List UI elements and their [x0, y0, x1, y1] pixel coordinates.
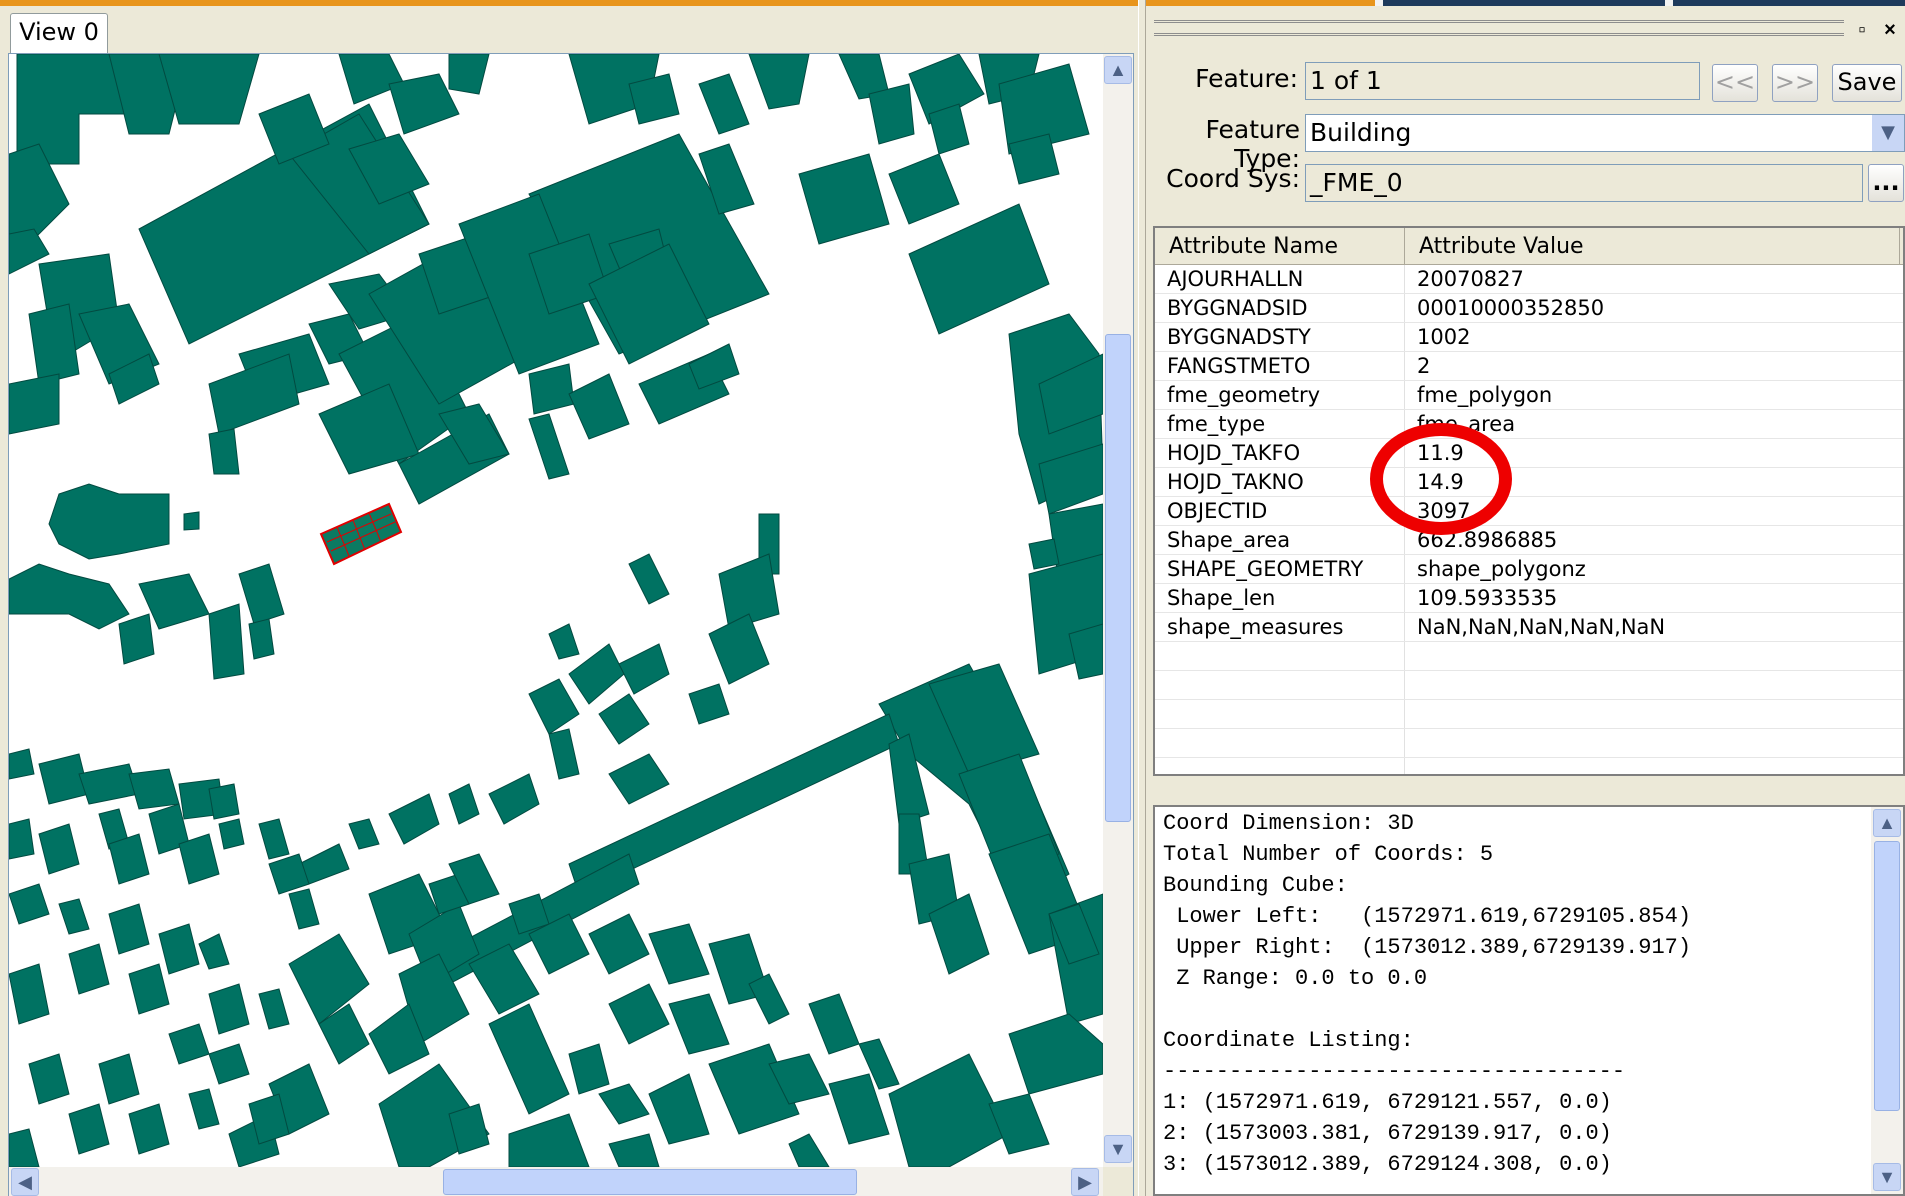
- attribute-name-cell: fme_geometry: [1167, 383, 1321, 407]
- top-strip-orange: [0, 0, 1375, 6]
- info-line: Upper Right: (1573012.389,6729139.917): [1163, 935, 1692, 960]
- table-row[interactable]: FANGSTMETO 2: [1155, 352, 1903, 381]
- attribute-name-cell: OBJECTID: [1167, 499, 1268, 523]
- scroll-left-button[interactable]: ◀: [11, 1168, 39, 1196]
- scroll-thumb[interactable]: [1105, 334, 1131, 822]
- map-horizontal-scrollbar[interactable]: ◀ ▶: [9, 1167, 1103, 1196]
- info-vertical-scrollbar[interactable]: ▲ ▼: [1871, 807, 1903, 1194]
- attribute-name-cell: SHAPE_GEOMETRY: [1167, 557, 1364, 581]
- top-strip-gap: [1665, 0, 1673, 6]
- attribute-name-cell: fme_type: [1167, 412, 1266, 436]
- top-strip-navy: [1673, 0, 1905, 6]
- table-row[interactable]: BYGGNADSTY 1002: [1155, 323, 1903, 352]
- panel-splitter[interactable]: [1138, 0, 1146, 1196]
- restore-button[interactable]: ▫: [1849, 18, 1875, 42]
- previous-feature-button[interactable]: <<: [1712, 64, 1758, 102]
- info-line: Total Number of Coords: 5: [1163, 842, 1494, 867]
- attribute-table[interactable]: Attribute Name Attribute Value AJOURHALL…: [1153, 226, 1905, 776]
- info-line: Z Range: 0.0 to 0.0: [1163, 966, 1428, 991]
- save-button[interactable]: Save: [1832, 64, 1902, 102]
- empty-table-row: [1155, 700, 1903, 729]
- info-line: 2: (1573003.381, 6729139.917, 0.0): [1163, 1121, 1612, 1146]
- horizontal-scroll-thumb[interactable]: [443, 1169, 857, 1195]
- annotation-circle: [1370, 423, 1512, 535]
- table-row[interactable]: BYGGNADSID 00010000352850: [1155, 294, 1903, 323]
- buildings-layer: [9, 54, 1103, 1167]
- scroll-down-button[interactable]: ▼: [1104, 1135, 1132, 1163]
- info-line: 1: (1572971.619, 6729121.557, 0.0): [1163, 1090, 1612, 1115]
- coord-sys-label: Coord Sys:: [1166, 164, 1300, 193]
- attribute-name-cell: FANGSTMETO: [1167, 354, 1311, 378]
- info-scroll-thumb[interactable]: [1874, 841, 1900, 1111]
- attribute-table-header: Attribute Name Attribute Value: [1155, 228, 1903, 265]
- coord-sys-field: _FME_0: [1305, 164, 1863, 202]
- empty-table-row: [1155, 642, 1903, 671]
- info-line: Lower Left: (1572971.619,6729105.854): [1163, 904, 1692, 929]
- map-canvas[interactable]: [9, 54, 1103, 1167]
- tab-view-0[interactable]: View 0: [10, 13, 108, 53]
- info-scroll-up-button[interactable]: ▲: [1873, 809, 1901, 837]
- table-row[interactable]: HOJD_TAKFO 11.9: [1155, 439, 1903, 468]
- feature-type-value: Building: [1310, 118, 1412, 147]
- attribute-value-cell: fme_polygon: [1417, 383, 1553, 407]
- info-line: -----------------------------------: [1163, 1059, 1626, 1084]
- table-row[interactable]: SHAPE_GEOMETRY shape_polygonz: [1155, 555, 1903, 584]
- attribute-value-cell: 1002: [1417, 325, 1471, 349]
- map-view[interactable]: ▲ ▼ ◀ ▶: [8, 53, 1134, 1196]
- table-row[interactable]: Shape_area 662.8986885: [1155, 526, 1903, 555]
- attribute-value-cell: 20070827: [1417, 267, 1524, 291]
- selected-building: [319, 502, 403, 566]
- table-row[interactable]: Shape_len 109.5933535: [1155, 584, 1903, 613]
- table-row[interactable]: shape_measures NaN,NaN,NaN,NaN,NaN: [1155, 613, 1903, 642]
- attribute-value-cell: shape_polygonz: [1417, 557, 1586, 581]
- map-vertical-scrollbar[interactable]: ▲ ▼: [1103, 54, 1133, 1167]
- attribute-name-cell: HOJD_TAKFO: [1167, 441, 1301, 465]
- attribute-name-cell: AJOURHALLN: [1167, 267, 1304, 291]
- scroll-up-button[interactable]: ▲: [1104, 56, 1132, 84]
- table-row[interactable]: OBJECTID 3097: [1155, 497, 1903, 526]
- attribute-name-cell: HOJD_TAKNO: [1167, 470, 1304, 494]
- info-line: Coordinate Listing:: [1163, 1028, 1414, 1053]
- attribute-name-cell: BYGGNADSTY: [1167, 325, 1311, 349]
- attribute-name-cell: BYGGNADSID: [1167, 296, 1308, 320]
- attribute-value-cell: 109.5933535: [1417, 586, 1558, 610]
- attribute-name-cell: Shape_area: [1167, 528, 1291, 552]
- table-row[interactable]: HOJD_TAKNO 14.9: [1155, 468, 1903, 497]
- geometry-info-pane[interactable]: Coord Dimension: 3D Total Number of Coord…: [1153, 805, 1905, 1196]
- app-window: View 0 ▲ ▼ ◀ ▶ ▫ × Feature: 1 of 1 << >>…: [0, 0, 1905, 1196]
- feature-label: Feature:: [1195, 64, 1298, 93]
- coord-sys-browse-button[interactable]: ...: [1868, 164, 1904, 202]
- building-map: [9, 54, 1103, 1167]
- info-line: Coord Dimension: 3D: [1163, 811, 1414, 836]
- feature-index-field: 1 of 1: [1305, 62, 1700, 100]
- close-button[interactable]: ×: [1877, 18, 1903, 42]
- scroll-right-button[interactable]: ▶: [1071, 1168, 1099, 1196]
- next-feature-button[interactable]: >>: [1772, 64, 1818, 102]
- info-line: 3: (1573012.389, 6729124.308, 0.0): [1163, 1152, 1612, 1177]
- feature-type-select[interactable]: Building ▼: [1305, 114, 1905, 152]
- table-row[interactable]: AJOURHALLN 20070827: [1155, 265, 1903, 294]
- attribute-name-cell: Shape_len: [1167, 586, 1276, 610]
- attribute-value-cell: 00010000352850: [1417, 296, 1605, 320]
- column-header-name[interactable]: Attribute Name: [1155, 228, 1405, 265]
- chevron-down-icon[interactable]: ▼: [1872, 115, 1904, 151]
- scroll-corner: [1103, 1167, 1133, 1196]
- attribute-value-cell: 2: [1417, 354, 1431, 378]
- info-line: Bounding Cube:: [1163, 873, 1348, 898]
- empty-table-row: [1155, 729, 1903, 758]
- empty-table-row: [1155, 671, 1903, 700]
- column-header-value[interactable]: Attribute Value: [1405, 228, 1900, 265]
- panel-grip[interactable]: [1154, 20, 1844, 36]
- table-row[interactable]: fme_type fme_area: [1155, 410, 1903, 439]
- attribute-value-cell: NaN,NaN,NaN,NaN,NaN: [1417, 615, 1666, 639]
- table-row[interactable]: fme_geometry fme_polygon: [1155, 381, 1903, 410]
- info-scroll-down-button[interactable]: ▼: [1873, 1163, 1901, 1191]
- top-strip-gap: [1375, 0, 1383, 6]
- empty-table-row: [1155, 758, 1903, 774]
- top-strip-navy: [1383, 0, 1665, 6]
- attribute-name-cell: shape_measures: [1167, 615, 1344, 639]
